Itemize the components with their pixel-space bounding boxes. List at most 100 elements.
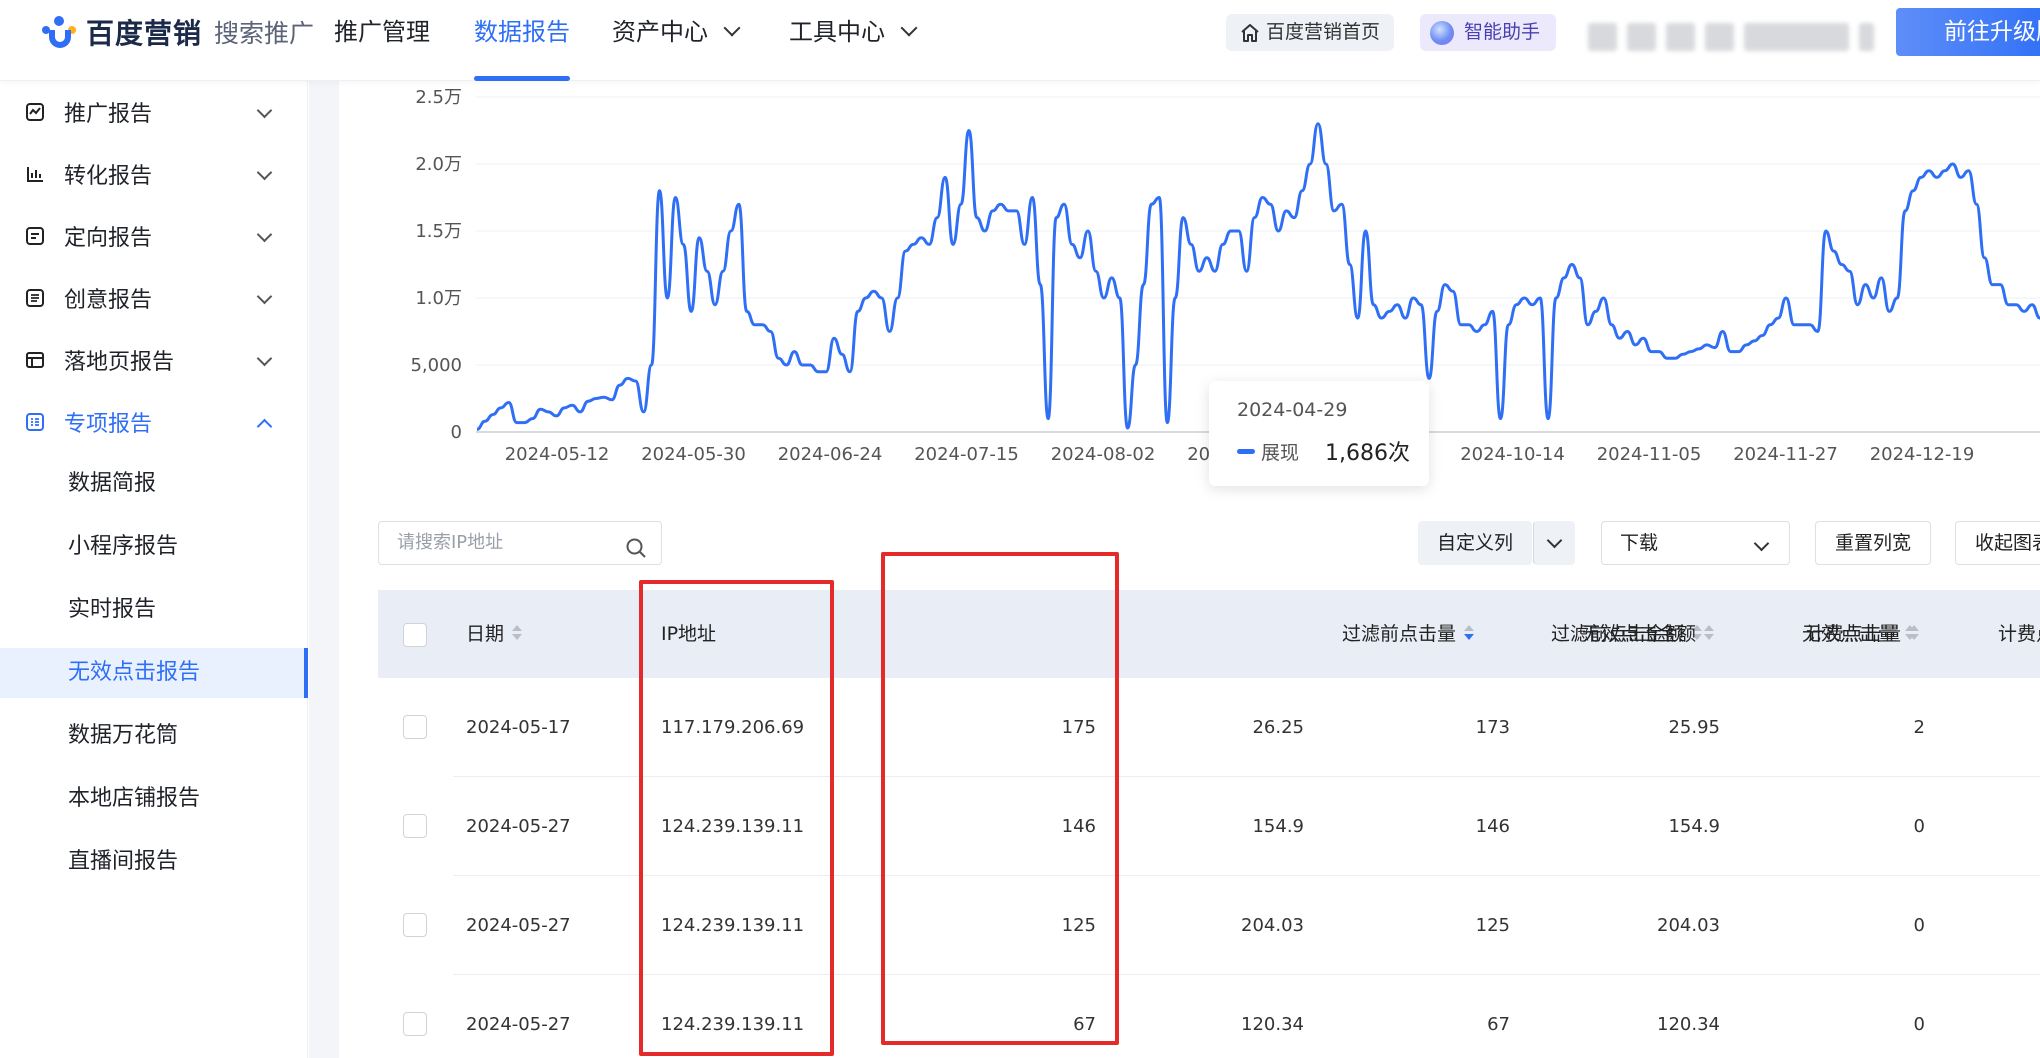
cell-date: 2024-05-27 — [466, 816, 571, 837]
column-header-billed-clicks[interactable]: 计费点击量 — [1806, 590, 1920, 678]
sidebar-item-invalid-click-report[interactable]: 无效点击报告 — [0, 648, 308, 698]
chart-tooltip: 2024-04-29 展现 1,686次 — [1209, 381, 1429, 486]
y-tick-label: 0 — [451, 422, 462, 443]
cell-pre-filter-amount: 204.03 — [1241, 915, 1304, 936]
sidebar-group-landing-page-report[interactable]: 落地页报告 — [0, 329, 308, 391]
sort-desc-icon — [1464, 624, 1474, 641]
cell-invalid-amount: 204.03 — [1657, 915, 1720, 936]
sidebar: 推广报告 转化报告 定向报告 创意报告 落地页报告 专项报告 数据简报 小程序报… — [0, 81, 308, 1058]
x-tick-label: 2024-11-27 — [1733, 444, 1838, 465]
upgrade-version-button[interactable]: 前往升级版 — [1896, 8, 2040, 56]
sidebar-item-realtime-report[interactable]: 实时报告 — [0, 585, 308, 635]
series-legend-marker — [1237, 448, 1255, 454]
chevron-down-icon — [256, 226, 273, 243]
sort-icon — [512, 624, 523, 641]
y-tick-label: 5,000 — [410, 355, 462, 376]
row-checkbox[interactable] — [403, 1012, 427, 1036]
sort-icon — [1909, 624, 1920, 641]
sort-icon — [1704, 624, 1715, 641]
x-tick-label: 2024-05-12 — [505, 444, 610, 465]
row-checkbox[interactable] — [403, 715, 427, 739]
table-row[interactable]: 2024-05-27 124.239.139.11 146 154.9 146 154.9… — [378, 777, 2040, 876]
nav-tab-promotion-management[interactable]: 推广管理 — [312, 0, 452, 81]
custom-columns-button[interactable]: 自定义列 — [1418, 521, 1532, 565]
nav-tab-asset-center[interactable]: 资产中心 — [590, 0, 760, 81]
cell-invalid-clicks: 173 — [1475, 717, 1510, 738]
chevron-down-icon — [256, 164, 273, 181]
x-tick-label: 2024-05-30 — [641, 444, 746, 465]
download-dropdown[interactable]: 下载 — [1601, 521, 1790, 565]
x-tick-label: 2024-06-24 — [778, 444, 883, 465]
row-checkbox[interactable] — [403, 913, 427, 937]
content-gutter — [309, 81, 339, 1058]
table-row[interactable]: 2024-05-17 117.179.206.69 175 26.25 173 25.95… — [378, 678, 2040, 777]
cell-billed-clicks: 2 — [1913, 717, 1925, 738]
reset-column-width-button[interactable]: 重置列宽 — [1815, 521, 1931, 565]
column-header-invalid-amount[interactable]: 无效点击金额 — [1582, 590, 1715, 678]
column-header-pre-filter-clicks[interactable]: 过滤前点击量 — [1342, 590, 1474, 678]
smart-assistant-button[interactable]: 智能助手 — [1420, 14, 1557, 51]
search-icon[interactable] — [625, 533, 647, 575]
cell-invalid-amount: 120.34 — [1657, 1014, 1720, 1035]
chevron-down-icon — [1753, 535, 1770, 552]
column-header-billed-amount[interactable]: 计费点击金额 — [1998, 590, 2040, 678]
x-tick-label: 2024-07-15 — [914, 444, 1019, 465]
nav-tab-tool-center[interactable]: 工具中心 — [767, 0, 937, 81]
x-tick-label: 2024-12-19 — [1870, 444, 1975, 465]
sidebar-group-creative-report[interactable]: 创意报告 — [0, 267, 308, 329]
sidebar-group-special-report[interactable]: 专项报告 — [0, 391, 308, 453]
cell-billed-clicks: 0 — [1913, 915, 1925, 936]
cell-date: 2024-05-27 — [466, 915, 571, 936]
landing-page-icon — [24, 349, 46, 371]
sidebar-group-targeting-report[interactable]: 定向报告 — [0, 205, 308, 267]
table-row[interactable]: 2024-05-27 124.239.139.11 125 204.03 125 204.… — [378, 876, 2040, 975]
baidu-marketing-logo[interactable]: 百度营销 搜索推广 — [40, 12, 314, 52]
sidebar-item-local-store-report[interactable]: 本地店铺报告 — [0, 774, 308, 824]
ip-search-box[interactable] — [378, 521, 662, 565]
ip-search-input[interactable] — [397, 532, 617, 553]
top-navigation-bar: 百度营销 搜索推广 推广管理 数据报告 资产中心 工具中心 百度营销首页 智能助… — [0, 0, 2040, 81]
sidebar-group-conversion-report[interactable]: 转化报告 — [0, 143, 308, 205]
cell-invalid-clicks: 146 — [1475, 816, 1510, 837]
brand-name: 百度营销 — [86, 17, 203, 50]
nav-tab-data-reports[interactable]: 数据报告 — [452, 0, 592, 81]
custom-columns-dropdown[interactable] — [1533, 521, 1575, 565]
cell-pre-filter-amount: 120.34 — [1241, 1014, 1304, 1035]
cell-invalid-amount: 25.95 — [1668, 717, 1720, 738]
sidebar-item-data-brief[interactable]: 数据简报 — [0, 459, 308, 509]
tooltip-series-name: 展现 — [1261, 441, 1300, 464]
collapse-chart-button[interactable]: 收起图表 — [1955, 521, 2040, 565]
ip-column-highlight-box — [639, 580, 834, 1056]
special-report-icon — [24, 411, 46, 433]
sidebar-item-data-kaleidoscope[interactable]: 数据万花筒 — [0, 711, 308, 761]
cell-invalid-clicks: 67 — [1487, 1014, 1510, 1035]
clicks-column-highlight-box — [881, 552, 1119, 1045]
report-icon — [24, 101, 46, 123]
cell-billed-clicks: 0 — [1913, 1014, 1925, 1035]
sidebar-item-live-room-report[interactable]: 直播间报告 — [0, 837, 308, 887]
bar-chart-icon — [24, 163, 46, 185]
select-all-checkbox[interactable] — [403, 623, 427, 647]
chevron-down-icon — [723, 19, 741, 37]
x-tick-label: 2024-11-05 — [1597, 444, 1702, 465]
row-checkbox[interactable] — [403, 814, 427, 838]
marketing-home-button[interactable]: 百度营销首页 — [1226, 14, 1395, 51]
column-header-date[interactable]: 日期 — [466, 590, 523, 678]
table-row[interactable]: 2024-05-27 124.239.139.11 67 120.34 67 120.34… — [378, 975, 2040, 1058]
x-tick-label: 2024-08-02 — [1051, 444, 1156, 465]
impressions-line-chart[interactable]: 0 5,000 1.0万 1.5万 2.0万 2.5万 2024-05-12 2024-05-… — [339, 81, 2040, 486]
cell-billed-clicks: 0 — [1913, 816, 1925, 837]
tooltip-date: 2024-04-29 — [1237, 399, 1348, 421]
sidebar-group-promotion-report[interactable]: 推广报告 — [0, 81, 308, 143]
assistant-orb-icon — [1430, 20, 1454, 45]
cell-date: 2024-05-27 — [466, 1014, 571, 1035]
baidu-logo-icon — [40, 14, 80, 50]
chevron-down-icon — [256, 350, 273, 367]
blurred-account-info[interactable] — [1588, 12, 1874, 62]
chevron-down-icon — [256, 102, 273, 119]
cell-pre-filter-amount: 26.25 — [1252, 717, 1304, 738]
y-tick-label: 1.0万 — [415, 288, 462, 309]
cell-invalid-amount: 154.9 — [1668, 816, 1720, 837]
cell-invalid-clicks: 125 — [1475, 915, 1510, 936]
sidebar-item-mini-program-report[interactable]: 小程序报告 — [0, 522, 308, 572]
